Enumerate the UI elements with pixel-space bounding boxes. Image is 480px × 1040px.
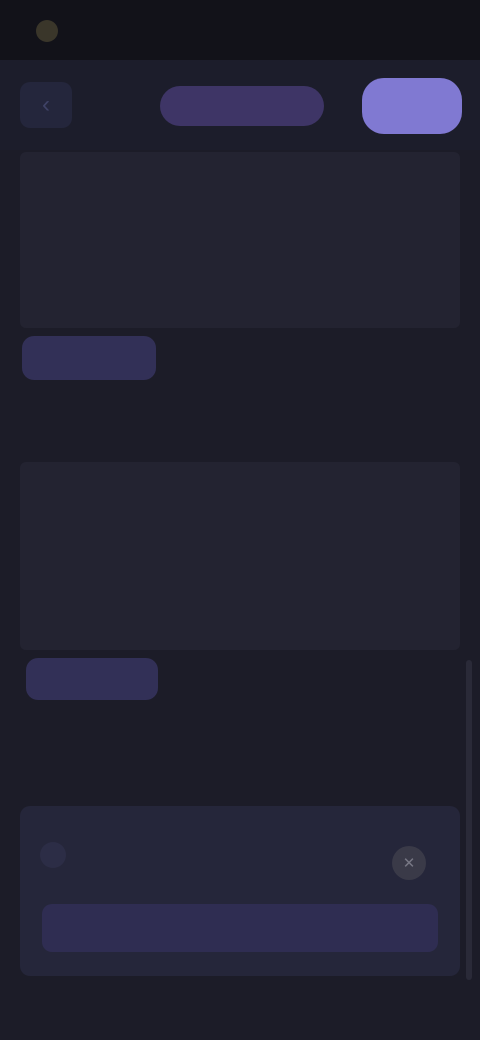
- notice-action-button[interactable]: [42, 904, 438, 952]
- summary-card: [20, 152, 460, 328]
- details-action-button[interactable]: [26, 658, 158, 700]
- arrow-left-icon: ‹: [42, 91, 50, 118]
- close-notice-button[interactable]: ✕: [392, 846, 426, 880]
- primary-action-button[interactable]: [362, 78, 462, 134]
- notice-card: [20, 806, 460, 976]
- close-icon: ✕: [402, 855, 416, 872]
- summary-action-button[interactable]: [22, 336, 156, 380]
- status-bar: [0, 0, 480, 60]
- scrollbar[interactable]: [466, 660, 472, 980]
- details-card: [20, 462, 460, 650]
- nav-pill-button[interactable]: [160, 86, 324, 126]
- back-button[interactable]: ‹: [20, 82, 72, 128]
- app-logo-icon: [36, 20, 58, 42]
- info-icon: [40, 842, 66, 868]
- top-navigation: ‹: [0, 60, 480, 150]
